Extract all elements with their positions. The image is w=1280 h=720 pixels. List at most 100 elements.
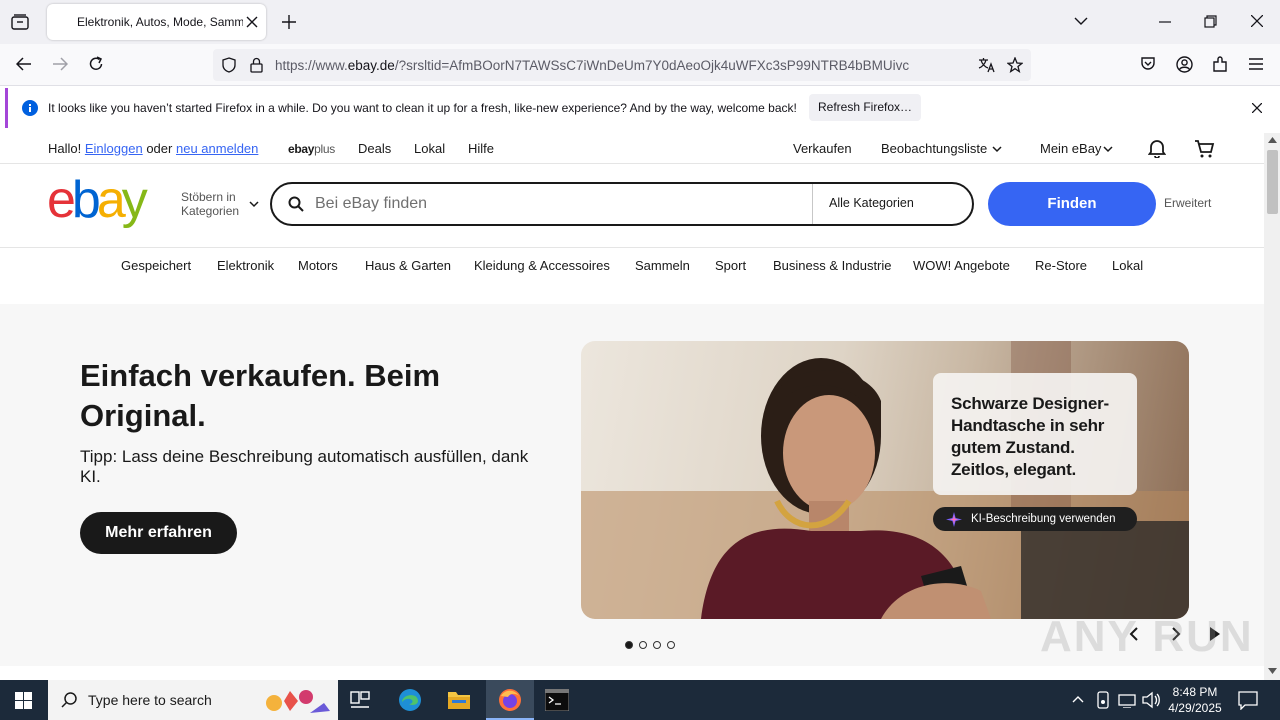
carousel-dot[interactable] [667,641,675,649]
pocket-icon[interactable] [1140,56,1156,72]
sell-link[interactable]: Verkaufen [793,141,852,156]
ai-description-text: Schwarze Designer-Handtasche in sehr gut… [951,394,1109,479]
search-input[interactable]: Bei eBay finden [315,195,427,213]
category-link[interactable]: Lokal [1112,258,1143,273]
help-link[interactable]: Hilfe [468,141,494,156]
ebay-logo[interactable]: ebay [47,168,148,232]
close-window-icon[interactable] [1251,15,1263,27]
firefox-icon [499,689,521,711]
shield-icon[interactable] [222,57,236,73]
category-link[interactable]: Sport [715,258,746,273]
refresh-firefox-button[interactable]: Refresh Firefox… [809,94,921,121]
back-icon[interactable] [16,57,32,71]
logo-a: a [96,171,126,229]
account-icon[interactable] [1176,56,1193,73]
chevron-down-icon [992,146,1002,153]
network-icon[interactable] [1118,692,1136,708]
carousel-dot[interactable] [639,641,647,649]
search-box: Bei eBay finden Alle Kategorien [270,182,974,226]
action-center-icon[interactable] [1238,690,1258,710]
ai-description-card: Schwarze Designer-Handtasche in sehr gut… [933,373,1137,495]
browse-categories-button[interactable]: Stöbern in Kategorien [181,190,239,218]
my-ebay-link[interactable]: Mein eBay [1040,141,1101,156]
category-link[interactable]: Sammeln [635,258,690,273]
chevron-down-icon[interactable] [1074,16,1088,26]
translate-icon[interactable] [978,57,996,73]
category-link[interactable]: Kleidung & Accessoires [474,258,610,273]
terminal-icon[interactable] [545,689,569,711]
clock-date: 4/29/2025 [1168,701,1222,715]
menu-icon[interactable] [1249,58,1263,70]
lokal-link[interactable]: Lokal [414,141,445,156]
advanced-search-link[interactable]: Erweitert [1164,196,1211,210]
hero-subtitle: Tipp: Lass deine Beschreibung automatisc… [80,447,529,486]
find-button[interactable]: Finden [988,182,1156,226]
firefox-notification-bar: It looks like you haven’t started Firefo… [5,88,1275,128]
category-link[interactable]: Motors [298,258,338,273]
url-text[interactable]: https://www.ebay.de/?srsltid=AfmBOorN7TA… [275,58,909,73]
taskbar-clock[interactable]: 8:48 PM 4/29/2025 [1162,684,1228,716]
ebay-top-bar: Hallo! Einloggen oder neu anmelden ebayp… [0,133,1264,164]
deals-link[interactable]: Deals [358,141,391,156]
category-nav: Gespeichert Elektronik Motors Haus & Gar… [0,248,1264,304]
category-link[interactable]: Gespeichert [121,258,191,273]
bookmark-star-icon[interactable] [1007,57,1023,73]
learn-more-button[interactable]: Mehr erfahren [80,512,237,554]
extensions-icon[interactable] [1212,56,1229,73]
taskbar-firefox[interactable] [486,680,534,720]
edge-icon[interactable] [398,688,422,712]
chevron-down-icon [1103,146,1113,153]
restore-icon[interactable] [1204,15,1217,28]
logo-e: e [47,171,76,229]
tab-list-icon[interactable] [11,14,29,30]
lock-icon[interactable] [250,57,263,73]
hero-title: Einfach verkaufen. Beim Original. [80,358,441,433]
page-scrollbar[interactable] [1264,133,1280,680]
windows-start-icon[interactable] [15,692,32,709]
hero-image[interactable]: Schwarze Designer-Handtasche in sehr gut… [581,341,1189,619]
cart-icon[interactable] [1195,140,1215,158]
volume-icon[interactable] [1142,691,1160,709]
ebay-plus-plus: plus [314,142,335,156]
watchlist-link[interactable]: Beobachtungsliste [881,141,987,156]
url-bar[interactable]: https://www.ebay.de/?srsltid=AfmBOorN7TA… [213,49,1031,81]
close-tab-icon[interactable] [246,16,258,28]
ebay-header: ebay Stöbern in Kategorien Bei eBay find… [0,164,1264,248]
category-link[interactable]: Business & Industrie [773,258,892,273]
category-link[interactable]: Elektronik [217,258,274,273]
tray-chevron-up-icon[interactable] [1072,695,1084,703]
category-link[interactable]: Haus & Garten [365,258,451,273]
device-icon[interactable] [1096,691,1110,709]
browser-tab-bar: Elektronik, Autos, Mode, Sammlerstücke [0,0,1280,44]
taskbar-search[interactable]: Type here to search [48,680,338,720]
category-select[interactable]: Alle Kategorien [812,184,972,224]
scroll-down-icon[interactable] [1268,668,1277,674]
scrollbar-thumb[interactable] [1267,150,1278,214]
reload-icon[interactable] [88,56,104,72]
new-tab-icon[interactable] [282,15,296,29]
category-link[interactable]: Re-Store [1035,258,1087,273]
info-icon [22,100,38,116]
logo-b: b [71,171,101,229]
ebay-plus-link[interactable]: ebayplus [288,142,335,156]
sparkle-icon [946,512,962,527]
tab-title: Elektronik, Autos, Mode, Sammlerstücke [77,15,243,29]
notification-bell-icon[interactable] [1148,139,1166,158]
task-view-icon[interactable] [350,691,370,709]
browser-tab[interactable]: Elektronik, Autos, Mode, Sammlerstücke [47,4,266,40]
close-notification-icon[interactable] [1252,103,1262,113]
minimize-icon[interactable] [1159,21,1171,23]
file-explorer-icon[interactable] [447,689,471,711]
ai-description-chip[interactable]: KI-Beschreibung verwenden [933,507,1137,531]
register-link[interactable]: neu anmelden [176,141,258,156]
signin-link[interactable]: Einloggen [85,141,143,156]
ai-description-chip-label: KI-Beschreibung verwenden [971,513,1116,525]
search-icon [61,692,77,708]
carousel-dot[interactable] [653,641,661,649]
scroll-up-icon[interactable] [1268,137,1277,143]
category-link[interactable]: WOW! Angebote [913,258,1010,273]
carousel-dot-active[interactable] [625,641,633,649]
taskbar-search-input[interactable]: Type here to search [88,692,212,708]
anyrun-watermark: ANY RUN [1040,612,1254,661]
browser-nav-bar: https://www.ebay.de/?srsltid=AfmBOorN7TA… [0,44,1280,86]
